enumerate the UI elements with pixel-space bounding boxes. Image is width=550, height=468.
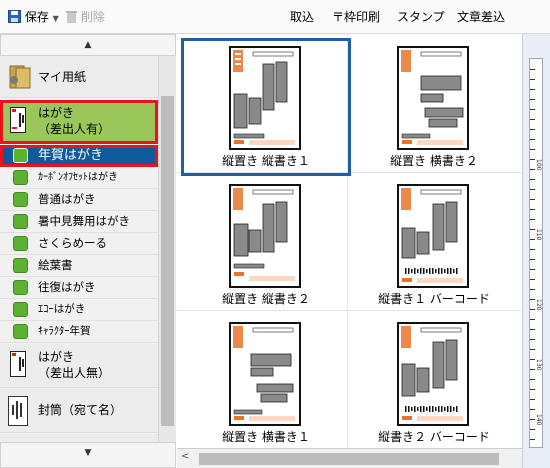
subitem-character-new-year[interactable]: ｷｬﾗｸﾀｰ年賀	[0, 321, 158, 343]
floppy-disk-icon	[8, 10, 21, 28]
category-label-line2: （差出人有）	[38, 122, 111, 136]
template-caption: 縦書き２ バーコード	[378, 430, 490, 444]
category-label: マイ用紙	[38, 70, 87, 84]
chevron-down-icon[interactable]: ▼	[53, 14, 59, 23]
category-list: マイ用紙 はがき （差出人有） 年賀はがき ｶｰﾎﾞﾝｵﾌｾｯﾄはがき 普通はが…	[0, 56, 158, 442]
subitem-carbon-offset-postcard[interactable]: ｶｰﾎﾞﾝｵﾌｾｯﾄはがき	[0, 167, 158, 189]
template-card[interactable]: 縦書き１ バーコード	[349, 176, 519, 314]
category-postcard-without-sender[interactable]: はがき （差出人無）	[0, 344, 158, 388]
subitem-label: さくらめーる	[38, 236, 107, 250]
sidebar-scroll-up-button[interactable]: ▲	[0, 34, 176, 56]
import-button[interactable]: 取込	[290, 8, 314, 26]
category-label-line1: はがき	[38, 106, 75, 120]
template-grid-scrollbar-thumb[interactable]	[199, 453, 499, 465]
template-caption: 縦置き 縦書き２	[222, 292, 310, 306]
folder-icon	[8, 64, 32, 93]
text-insert-button[interactable]: 文章差込	[457, 8, 505, 26]
subitem-reply-postcard[interactable]: 往復はがき	[0, 277, 158, 299]
subitem-summer-greeting-postcard[interactable]: 暑中見舞用はがき	[0, 211, 158, 233]
template-card[interactable]: 縦書き２ バーコード	[349, 314, 519, 448]
ruler-label: 100	[535, 159, 542, 171]
postcard-preview	[229, 46, 301, 150]
ruler-strip: 100 110 120 130 140	[529, 58, 543, 448]
postcard-preview	[397, 322, 469, 426]
category-label: 封筒（宛て名）	[38, 403, 123, 417]
template-caption: 縦書き１ バーコード	[378, 292, 490, 306]
subitem-label: 普通はがき	[38, 192, 96, 206]
template-caption: 縦置き 横書き２	[390, 154, 478, 168]
template-card[interactable]: 縦置き 縦書き１	[181, 38, 351, 176]
postcard-icon	[10, 351, 26, 380]
green-square-icon	[13, 324, 28, 339]
category-label-line1: はがき	[38, 350, 75, 364]
green-square-icon	[13, 280, 28, 295]
zip-frame-print-button[interactable]: 〒枠印刷	[332, 8, 380, 26]
postcard-preview	[229, 322, 301, 426]
subitem-eco-postcard[interactable]: ｴｺｰはがき	[0, 299, 158, 321]
template-caption: 縦置き 縦書き１	[222, 154, 310, 168]
subitem-label: 暑中見舞用はがき	[38, 214, 130, 228]
template-card[interactable]: 縦置き 横書き１	[181, 314, 351, 448]
category-label-line2: （差出人無）	[38, 366, 111, 380]
delete-label: 削除	[80, 10, 105, 24]
toolbar: 保存 ▼ 削除 取込 〒枠印刷 スタンプ 文章差込	[0, 0, 550, 34]
delete-button[interactable]: 削除	[66, 8, 105, 26]
subitem-regular-postcard[interactable]: 普通はがき	[0, 189, 158, 211]
stamp-button[interactable]: スタンプ	[397, 8, 445, 26]
template-grid-scrollbar[interactable]: <	[177, 448, 522, 468]
sidebar-scrollbar[interactable]	[158, 56, 176, 442]
envelope-icon	[8, 396, 28, 429]
sidebar-scroll-down-button[interactable]: ▼	[0, 442, 176, 468]
category-sidebar: ▲ マイ用紙 はがき （差出人有） 年賀はがき ｶｰﾎﾞﾝｵﾌｾｯﾄはがき 普通…	[0, 34, 176, 468]
template-caption: 縦置き 横書き１	[222, 430, 310, 444]
ruler-label: 130	[535, 359, 542, 371]
subitem-picture-postcard[interactable]: 絵葉書	[0, 255, 158, 277]
subitem-new-year-postcard[interactable]: 年賀はがき	[0, 145, 158, 167]
scroll-left-arrow[interactable]: <	[181, 451, 189, 462]
postcard-preview	[229, 184, 301, 288]
subitem-label: ｴｺｰはがき	[38, 303, 86, 315]
ruler-label: 120	[535, 299, 542, 311]
template-grid: 縦置き 縦書き１ 縦置き 横書き２ 縦置き 縦書き２ 縦書き１ バーコード 縦置…	[177, 34, 522, 448]
green-square-icon	[13, 148, 28, 163]
postcard-icon	[10, 107, 26, 136]
ruler-label: 140	[535, 414, 542, 426]
green-square-icon	[13, 258, 28, 273]
green-square-icon	[13, 192, 28, 207]
category-postcard-with-sender[interactable]: はがき （差出人有）	[0, 100, 158, 144]
template-card[interactable]: 縦置き 横書き２	[349, 38, 519, 176]
postcard-preview	[397, 184, 469, 288]
category-next-partial[interactable]	[0, 434, 158, 442]
trash-icon	[66, 10, 77, 28]
subitem-label: 年賀はがき	[38, 148, 104, 163]
category-envelope[interactable]: 封筒（宛て名）	[0, 389, 158, 433]
subitem-label: ｷｬﾗｸﾀｰ年賀	[38, 325, 91, 337]
subitem-label: ｶｰﾎﾞﾝｵﾌｾｯﾄはがき	[38, 172, 118, 183]
app-window: 保存 ▼ 削除 取込 〒枠印刷 スタンプ 文章差込 ▲ マイ用紙 はがき （差出…	[0, 0, 550, 468]
postcard-preview	[397, 46, 469, 150]
subitem-label: 往復はがき	[38, 280, 96, 294]
ruler-label: 110	[535, 229, 542, 241]
subitem-label: 絵葉書	[38, 258, 73, 272]
save-button[interactable]: 保存 ▼	[8, 8, 59, 26]
subitem-sakura-mail[interactable]: さくらめーる	[0, 233, 158, 255]
category-my-paper[interactable]: マイ用紙	[0, 56, 158, 98]
green-square-icon	[13, 302, 28, 317]
vertical-ruler: 100 110 120 130 140	[522, 34, 550, 468]
green-square-icon	[13, 214, 28, 229]
green-square-icon	[13, 236, 28, 251]
sidebar-scrollbar-thumb[interactable]	[161, 96, 174, 426]
save-label: 保存	[24, 10, 49, 24]
template-card[interactable]: 縦置き 縦書き２	[181, 176, 351, 314]
green-square-icon	[13, 170, 28, 185]
